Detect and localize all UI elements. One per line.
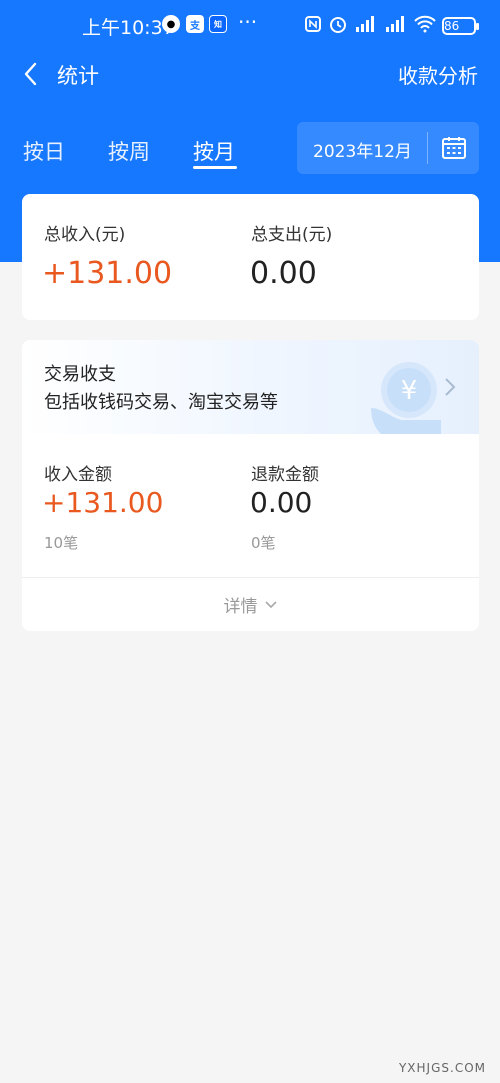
tab-by-month[interactable]: 按月 — [193, 136, 235, 166]
total-income-value: +131.00 — [42, 256, 173, 291]
selected-date: 2023年12月 — [313, 142, 412, 162]
page-title: 统计 — [57, 64, 99, 88]
details-label: 详情 — [223, 597, 258, 617]
battery-icon: 86 — [442, 16, 479, 35]
total-income-label: 总收入(元) — [44, 225, 126, 245]
more-notifications-icon: ··· — [238, 10, 258, 34]
signal-icon-2 — [384, 15, 408, 36]
status-bar: 上午10:37 ● 支 知 ··· 86 — [0, 0, 500, 46]
trade-header[interactable]: 交易收支 包括收钱码交易、淘宝交易等 ¥ — [22, 340, 479, 434]
tab-by-week[interactable]: 按周 — [108, 136, 150, 166]
active-tab-indicator — [193, 166, 237, 169]
calendar-icon[interactable] — [441, 135, 467, 161]
details-toggle[interactable]: 详情 — [22, 578, 479, 631]
tab-by-day[interactable]: 按日 — [23, 136, 65, 166]
signal-icon — [354, 15, 378, 36]
trade-title: 交易收支 — [44, 364, 116, 385]
date-divider — [427, 132, 428, 164]
income-amount-value: +131.00 — [42, 486, 164, 519]
wifi-icon — [414, 15, 436, 36]
trade-card: 交易收支 包括收钱码交易、淘宝交易等 ¥ 收入金额 +131.00 10笔 退款… — [22, 340, 479, 631]
watermark: YXHJGS.COM — [398, 1061, 486, 1075]
coin-hand-icon: ¥ — [371, 362, 441, 434]
period-tabs: 按日 按周 按月 2023年12月 — [0, 122, 500, 174]
nfc-icon — [304, 15, 322, 36]
chevron-right-icon[interactable] — [442, 376, 458, 398]
total-expense-value: 0.00 — [250, 256, 317, 291]
chevron-down-icon — [264, 600, 277, 608]
income-count: 10笔 — [44, 534, 79, 552]
summary-card: 总收入(元) +131.00 总支出(元) 0.00 — [22, 194, 479, 320]
refund-amount-label: 退款金额 — [251, 465, 319, 485]
refund-count: 0笔 — [251, 534, 276, 552]
status-time: 上午10:37 — [82, 17, 175, 39]
collection-analysis-link[interactable]: 收款分析 — [398, 60, 478, 89]
total-expense-label: 总支出(元) — [251, 225, 333, 245]
trade-subtitle: 包括收钱码交易、淘宝交易等 — [44, 392, 278, 413]
qq-notification-icon: ● — [162, 15, 180, 33]
date-picker[interactable]: 2023年12月 — [297, 122, 479, 174]
alarm-icon — [328, 14, 348, 37]
alipay-notification-icon: 支 — [186, 15, 204, 33]
svg-text:¥: ¥ — [401, 376, 418, 406]
zhihu-notification-icon: 知 — [209, 15, 227, 33]
income-amount-label: 收入金额 — [44, 465, 112, 485]
refund-amount-value: 0.00 — [250, 486, 313, 519]
back-arrow-icon[interactable] — [18, 60, 46, 88]
nav-bar: 统计 收款分析 — [0, 46, 500, 102]
